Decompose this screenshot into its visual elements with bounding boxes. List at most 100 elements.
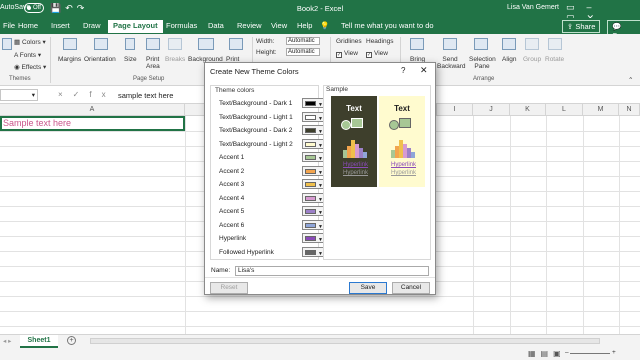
tab-draw[interactable]: Draw — [83, 21, 101, 30]
height-dropdown[interactable]: Automatic — [286, 48, 320, 56]
col-line — [546, 116, 547, 334]
tab-page-layout[interactable]: Page Layout — [108, 20, 163, 33]
color-picker-button[interactable]: ▼ — [302, 179, 324, 189]
help-icon[interactable]: ? — [401, 66, 405, 75]
save-button[interactable]: Save — [349, 282, 387, 294]
column-header-n[interactable]: N — [619, 104, 640, 116]
collapse-ribbon-icon[interactable]: ⌃ — [628, 76, 633, 84]
color-picker-button[interactable]: ▼ — [302, 165, 324, 176]
background-icon[interactable] — [198, 38, 214, 50]
color-picker-button[interactable]: ▼ — [302, 246, 324, 257]
tab-insert[interactable]: Insert — [51, 21, 70, 30]
zoom-out-icon[interactable]: – — [565, 349, 569, 356]
color-picker-button[interactable]: ▼ — [302, 233, 324, 243]
margins-icon[interactable] — [63, 38, 77, 50]
cancel-button[interactable]: Cancel — [392, 282, 430, 294]
themes-icon[interactable] — [2, 38, 12, 50]
color-picker-button[interactable]: ▼ — [302, 98, 324, 108]
close-icon[interactable]: ✕ — [420, 65, 428, 76]
theme-color-label: Accent 6 — [219, 221, 245, 229]
zoom-slider[interactable] — [570, 353, 610, 354]
size-icon[interactable] — [125, 38, 135, 50]
column-header-l[interactable]: L — [546, 104, 583, 116]
col-line — [510, 116, 511, 334]
tab-view[interactable]: View — [271, 21, 287, 30]
width-dropdown[interactable]: Automatic — [286, 37, 320, 45]
orientation-icon[interactable] — [94, 38, 108, 50]
selection-pane-icon[interactable] — [474, 38, 488, 50]
scroll-tabs-icon[interactable]: ◂ ▸ — [3, 337, 11, 345]
headings-view-checkbox[interactable]: ✓ View — [366, 50, 388, 58]
effects-button[interactable]: ◉ Effects ▾ — [14, 63, 46, 71]
column-header-m[interactable]: M — [583, 104, 619, 116]
reset-button[interactable]: Reset — [210, 282, 248, 294]
sheet-tab-sheet1[interactable]: Sheet1 — [20, 335, 58, 348]
color-picker-button[interactable]: ▼ — [302, 206, 324, 216]
sample-dark-bars — [343, 140, 367, 158]
formula-icons[interactable]: ×✓fx — [58, 90, 116, 99]
zoom-in-icon[interactable]: + — [612, 349, 616, 356]
fonts-button[interactable]: A Fonts ▾ — [14, 51, 41, 59]
theme-color-row: Accent 1 ▼ — [219, 152, 324, 163]
rotate-icon[interactable] — [548, 38, 562, 50]
margins-button[interactable]: Margins — [58, 56, 81, 63]
user-name[interactable]: Lisa Van Gemert — [507, 4, 559, 11]
color-picker-button[interactable]: ▼ — [302, 138, 324, 149]
tab-help[interactable]: Help — [297, 21, 312, 30]
checkbox-icon: ✓ — [366, 52, 372, 58]
send-backward-icon[interactable] — [443, 38, 457, 50]
sample-light-hyperlink: Hyperlink — [391, 162, 417, 168]
color-chip — [305, 155, 316, 160]
group-button[interactable]: Group — [523, 56, 541, 63]
color-picker-button[interactable]: ▼ — [302, 219, 324, 230]
column-header-j[interactable]: J — [473, 104, 510, 116]
group-icon[interactable] — [525, 38, 539, 50]
gridlines-view-checkbox[interactable]: ✓ View — [336, 50, 358, 58]
breaks-icon[interactable] — [168, 38, 182, 50]
gridlines-label: Gridlines — [336, 38, 362, 45]
color-chip — [305, 236, 316, 241]
rotate-button[interactable]: Rotate — [545, 56, 564, 63]
share-button[interactable]: ⇪ Share — [562, 20, 601, 33]
name-box[interactable]: ▾ — [0, 89, 38, 101]
print-titles-icon[interactable] — [229, 38, 243, 50]
enter-icon[interactable]: ✓ — [73, 90, 90, 99]
align-button[interactable]: Align — [502, 56, 516, 63]
bring-forward-icon[interactable] — [410, 38, 424, 50]
status-bar: ▦▤▣ – + — [0, 348, 640, 360]
color-picker-button[interactable]: ▼ — [302, 192, 324, 203]
theme-color-label: Accent 2 — [219, 167, 245, 175]
insert-function-icon[interactable]: fx — [89, 90, 115, 99]
tab-formulas[interactable]: Formulas — [166, 21, 197, 30]
theme-color-label: Accent 4 — [219, 194, 245, 202]
cell-a1[interactable]: Sample text here — [0, 116, 185, 131]
theme-color-label: Text/Background - Dark 2 — [219, 127, 293, 134]
tab-review[interactable]: Review — [237, 21, 262, 30]
size-button[interactable]: Size — [124, 56, 137, 63]
cancel-icon[interactable]: × — [58, 90, 73, 99]
print-area-icon[interactable] — [146, 38, 160, 50]
colors-button[interactable]: ▦ Colors ▾ — [14, 38, 46, 46]
color-picker-button[interactable]: ▼ — [302, 152, 324, 162]
column-header-i[interactable]: I — [437, 104, 473, 116]
send-backward-button[interactable]: Send Backward — [437, 56, 466, 70]
formula-input[interactable]: sample text here — [118, 91, 173, 100]
column-header-k[interactable]: K — [510, 104, 546, 116]
view-buttons[interactable]: ▦▤▣ — [528, 349, 566, 358]
horizontal-scrollbar[interactable] — [90, 338, 600, 344]
tell-me-search[interactable]: Tell me what you want to do — [341, 21, 434, 30]
color-picker-button[interactable]: ▼ — [302, 125, 324, 135]
column-header-a[interactable]: A — [0, 104, 185, 116]
tab-home[interactable]: Home — [18, 21, 38, 30]
tab-file[interactable]: File — [3, 21, 15, 30]
orientation-button[interactable]: Orientation — [84, 56, 116, 63]
name-input[interactable]: Lisa's — [235, 266, 429, 276]
color-chip — [305, 209, 316, 214]
color-picker-button[interactable]: ▼ — [302, 111, 324, 122]
breaks-button[interactable]: Breaks — [165, 56, 185, 63]
tab-data[interactable]: Data — [208, 21, 224, 30]
add-sheet-icon[interactable]: + — [67, 336, 76, 345]
align-icon[interactable] — [502, 38, 516, 50]
selection-pane-button[interactable]: Selection Pane — [469, 56, 496, 70]
print-area-button[interactable]: Print Area — [146, 56, 162, 70]
